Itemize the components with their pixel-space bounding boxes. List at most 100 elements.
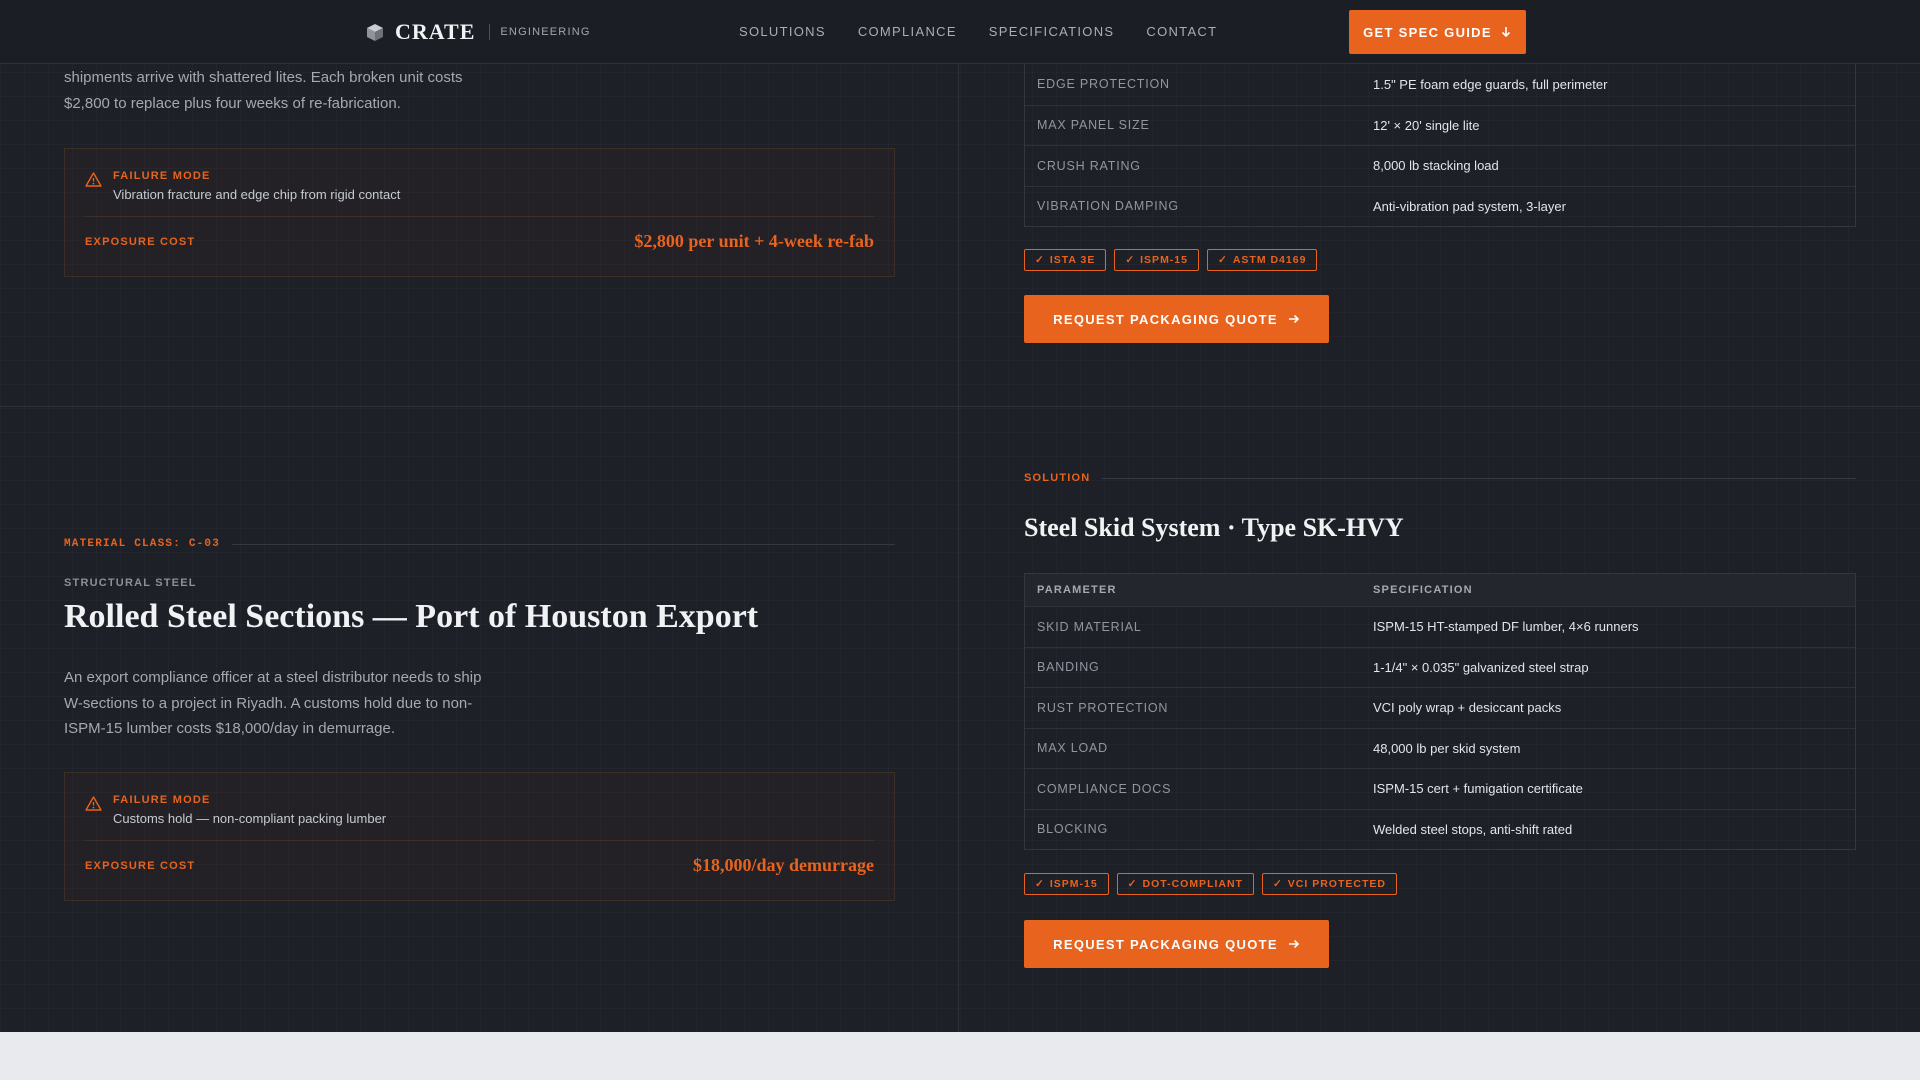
exposure-cost-label: EXPOSURE COST [85, 236, 196, 248]
badge: ✓ VCI PROTECTED [1261, 873, 1397, 895]
table-row: CRUSH RATING 8,000 lb stacking load [1025, 145, 1855, 186]
badge: ✓ ASTM D4169 [1207, 249, 1318, 271]
logo-text: CRATE [395, 19, 476, 44]
badge-label: ASTM D4169 [1232, 254, 1307, 266]
nav-contact[interactable]: CONTACT [1146, 24, 1217, 39]
case1-badges: ✓ ISTA 3E ✓ ISPM-15 ✓ ASTM D4169 [1024, 249, 1318, 271]
badge: ✓ ISPM-15 [1114, 249, 1199, 271]
case2-title: Rolled Steel Sections — Port of Houston … [64, 598, 759, 635]
spec-key: SKID MATERIAL [1037, 619, 1142, 634]
solution-label: SOLUTION [1024, 472, 1856, 484]
arrow-right-icon [1288, 939, 1299, 949]
exposure-cost-value: $18,000/day demurrage [693, 855, 874, 875]
spec-key: MAX LOAD [1037, 741, 1108, 756]
nav-compliance[interactable]: COMPLIANCE [858, 24, 957, 39]
table-row: MAX LOAD 48,000 lb per skid system [1025, 727, 1855, 769]
spec-key: BLOCKING [1037, 822, 1108, 837]
table-row: COMPLIANCE DOCS ISPM-15 cert + fumigatio… [1025, 768, 1855, 809]
spec-value: 12' × 20' single lite [1373, 117, 1480, 133]
solution-label-text: SOLUTION [1024, 472, 1091, 484]
solution-rule [1102, 477, 1856, 479]
spec-key: CRUSH RATING [1037, 158, 1141, 173]
check-icon: ✓ [1218, 254, 1228, 266]
case1-spec-table: EDGE PROTECTION 1.5" PE foam edge guards… [1024, 64, 1856, 227]
badge: ✓ ISTA 3E [1024, 249, 1107, 271]
warning-icon [85, 796, 102, 811]
table-row: BANDING 1-1/4" × 0.035" galvanized steel… [1025, 646, 1855, 688]
solution-title: Steel Skid System · Type SK-HVY [1024, 513, 1404, 542]
table-row: MAX PANEL SIZE 12' × 20' single lite [1025, 104, 1855, 146]
material-class-label: MATERIAL CLASS: C-03 [64, 538, 221, 550]
arrow-right-icon [1288, 314, 1299, 324]
spec-value: 8,000 lb stacking load [1373, 158, 1499, 174]
logo[interactable]: CRATE ENGINEERING [365, 19, 591, 45]
badge-label: DOT-COMPLIANT [1142, 878, 1243, 890]
badge-label: ISTA 3E [1049, 254, 1096, 266]
case2-spec-table: PARAMETER SPECIFICATION SKID MATERIAL IS… [1024, 573, 1856, 850]
spec-value: Anti-vibration pad system, 3-layer [1373, 198, 1566, 214]
failure-divider [85, 840, 874, 841]
table-header-row: PARAMETER SPECIFICATION [1025, 574, 1855, 606]
spec-value: ISPM-15 cert + fumigation certificate [1373, 781, 1583, 797]
logo-separator [489, 24, 491, 40]
spec-key: RUST PROTECTION [1037, 700, 1169, 715]
badge: ✓ ISPM-15 [1024, 873, 1109, 895]
table-row: SKID MATERIAL ISPM-15 HT-stamped DF lumb… [1025, 606, 1855, 647]
material-class-rule [232, 543, 895, 545]
badge-label: VCI PROTECTED [1287, 878, 1386, 890]
request-quote-button[interactable]: REQUEST PACKAGING QUOTE [1024, 295, 1329, 343]
table-row: EDGE PROTECTION 1.5" PE foam edge guards… [1025, 64, 1855, 105]
exposure-cost-value: $2,800 per unit + 4-week re-fab [634, 231, 874, 251]
spec-key: MAX PANEL SIZE [1037, 118, 1150, 133]
request-quote-label: REQUEST PACKAGING QUOTE [1053, 311, 1278, 327]
case1-failure-box: FAILURE MODE Vibration fracture and edge… [64, 148, 895, 277]
failure-mode-label: FAILURE MODE [113, 170, 211, 182]
case2-failure-box: FAILURE MODE Customs hold — non-complian… [64, 772, 895, 901]
logo-subtitle: ENGINEERING [500, 26, 591, 38]
failure-divider [85, 216, 874, 217]
spec-key: VIBRATION DAMPING [1037, 199, 1179, 214]
case2-badges: ✓ ISPM-15 ✓ DOT-COMPLIANT ✓ VCI PROTECTED [1024, 873, 1397, 895]
nav-solutions[interactable]: SOLUTIONS [739, 24, 826, 39]
section-divider [0, 406, 1920, 407]
spec-value: 1-1/4" × 0.035" galvanized steel strap [1373, 659, 1589, 675]
main-nav: SOLUTIONS COMPLIANCE SPECIFICATIONS CONT… [739, 24, 1217, 39]
crate-icon [367, 24, 383, 41]
failure-mode-text: Customs hold — non-compliant packing lum… [113, 811, 387, 826]
exposure-cost-label: EXPOSURE COST [85, 860, 196, 872]
nav-specifications[interactable]: SPECIFICATIONS [989, 24, 1115, 39]
request-quote-label: REQUEST PACKAGING QUOTE [1053, 936, 1278, 952]
spec-key: BANDING [1037, 660, 1100, 675]
table-row: RUST PROTECTION VCI poly wrap + desiccan… [1025, 687, 1855, 728]
table-row: VIBRATION DAMPING Anti-vibration pad sys… [1025, 185, 1855, 227]
check-icon: ✓ [1272, 878, 1283, 890]
warning-icon [85, 172, 102, 187]
check-icon: ✓ [1035, 878, 1045, 890]
failure-mode-text: Vibration fracture and edge chip from ri… [113, 187, 401, 202]
spec-value: Welded steel stops, anti-shift rated [1373, 821, 1573, 837]
check-icon: ✓ [1035, 254, 1045, 266]
request-quote-button[interactable]: REQUEST PACKAGING QUOTE [1024, 920, 1329, 968]
column-divider [958, 64, 959, 1032]
spec-value: VCI poly wrap + desiccant packs [1373, 700, 1562, 716]
failure-mode-label: FAILURE MODE [113, 794, 211, 806]
spec-value: 48,000 lb per skid system [1373, 740, 1521, 756]
badge-label: ISPM-15 [1049, 878, 1098, 890]
get-spec-guide-button[interactable]: GET SPEC GUIDE [1349, 10, 1526, 54]
spec-value: 1.5" PE foam edge guards, full perimeter [1373, 76, 1608, 92]
badge: ✓ DOT-COMPLIANT [1116, 873, 1254, 895]
column-header-specification: SPECIFICATION [1373, 584, 1473, 596]
spec-value: ISPM-15 HT-stamped DF lumber, 4×6 runner… [1373, 619, 1639, 635]
table-row: BLOCKING Welded steel stops, anti-shift … [1025, 808, 1855, 850]
spec-key: COMPLIANCE DOCS [1037, 781, 1172, 796]
case1-description: shipments arrive with shattered lites. E… [64, 69, 463, 112]
get-spec-guide-label: GET SPEC GUIDE [1363, 24, 1492, 40]
next-section-band [0, 1032, 1920, 1080]
arrow-down-icon [1501, 27, 1510, 38]
check-icon: ✓ [1125, 254, 1136, 266]
column-header-parameter: PARAMETER [1037, 584, 1117, 596]
check-icon: ✓ [1127, 878, 1138, 890]
badge-label: ISPM-15 [1140, 254, 1188, 266]
site-header: CRATE ENGINEERING SOLUTIONS COMPLIANCE S… [0, 0, 1920, 64]
spec-key: EDGE PROTECTION [1037, 77, 1170, 92]
